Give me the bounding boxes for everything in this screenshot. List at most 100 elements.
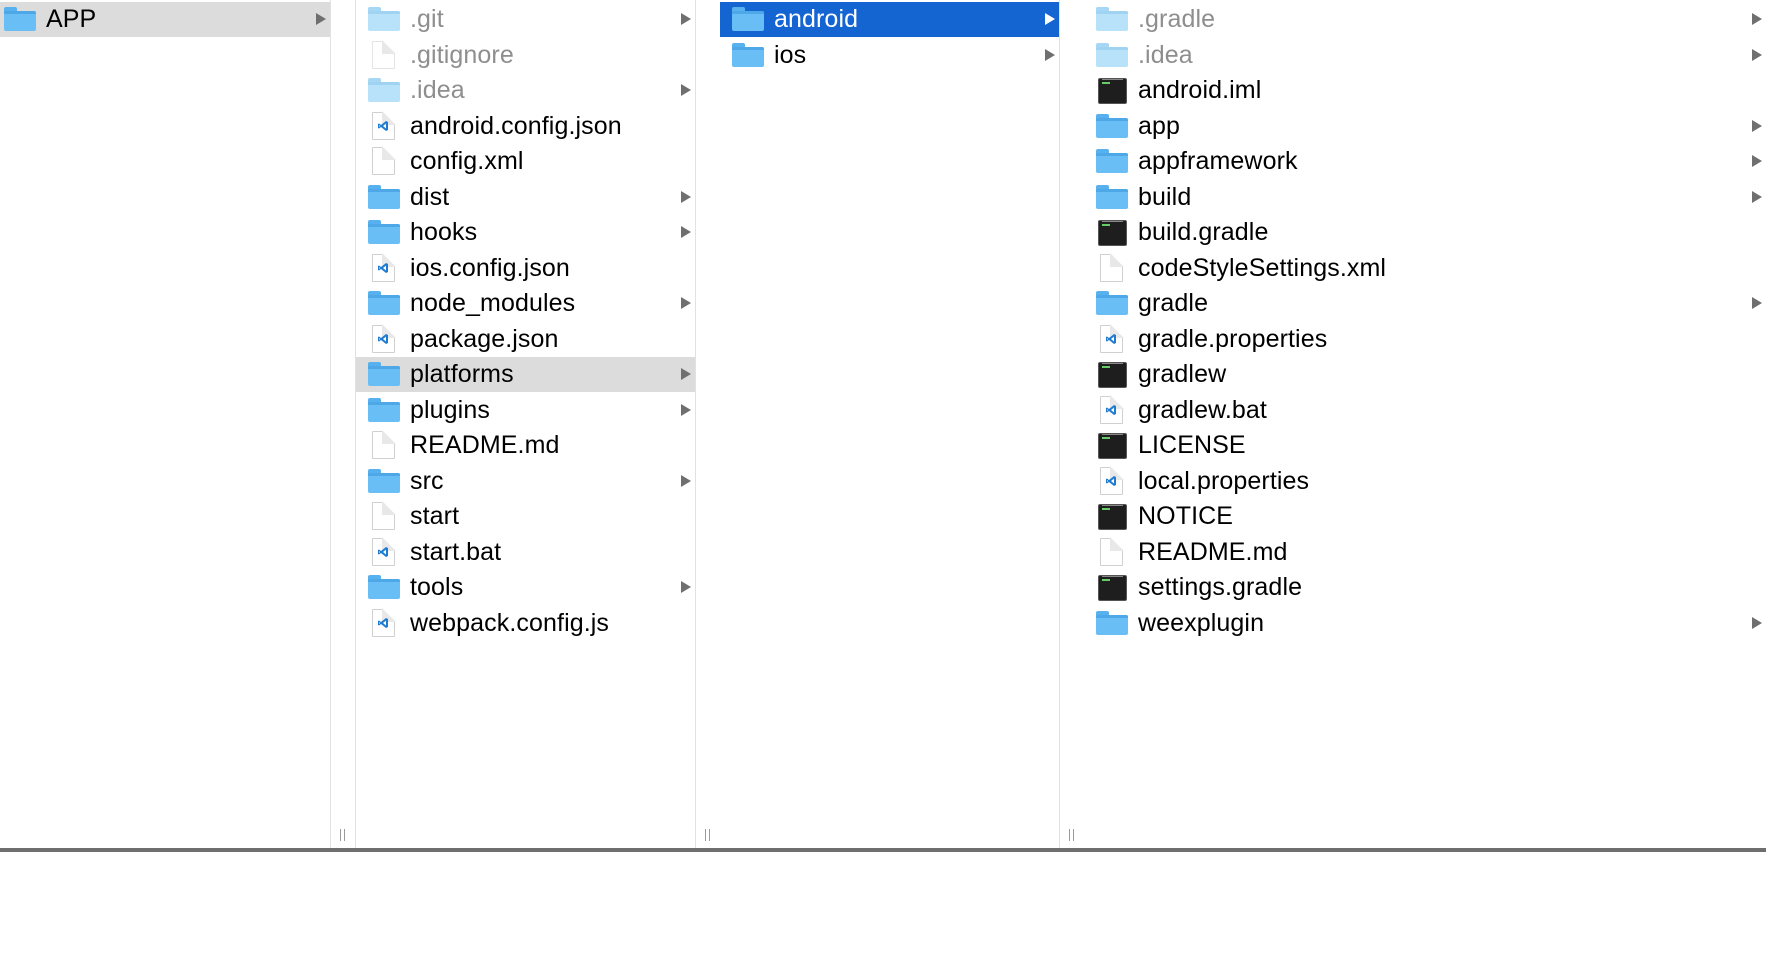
- item-name: ios.config.json: [410, 253, 570, 282]
- vscode-document-icon: [1096, 465, 1128, 495]
- item-name: dist: [410, 182, 450, 211]
- terminal-executable-icon: [1096, 362, 1128, 388]
- disclosure-arrow-icon: [1045, 13, 1055, 25]
- file-row[interactable]: codeStyleSettings.xml: [1084, 251, 1766, 286]
- file-row[interactable]: build.gradle: [1084, 215, 1766, 250]
- item-name: APP: [46, 5, 97, 33]
- folder-row[interactable]: appframework: [1084, 144, 1766, 179]
- folder-row[interactable]: APP: [0, 2, 330, 37]
- folder-row[interactable]: .git: [356, 2, 695, 37]
- folder-row[interactable]: src: [356, 464, 695, 499]
- terminal-executable-icon: [1096, 433, 1128, 459]
- folder-row[interactable]: node_modules: [356, 286, 695, 321]
- document-icon: [368, 146, 400, 175]
- item-name: node_modules: [410, 289, 576, 317]
- item-name: package.json: [410, 324, 559, 353]
- folder-icon: [1096, 184, 1128, 211]
- disclosure-arrow-icon: [1752, 190, 1762, 203]
- terminal-executable-icon: [1096, 575, 1128, 601]
- document-icon: [1096, 252, 1128, 282]
- folder-row[interactable]: hooks: [356, 215, 695, 250]
- folder-icon: [368, 220, 400, 246]
- file-row[interactable]: NOTICE: [1084, 499, 1766, 534]
- vscode-document-icon: [1096, 394, 1128, 424]
- file-row[interactable]: android.iml: [1084, 73, 1766, 108]
- file-row[interactable]: README.md: [1084, 535, 1766, 570]
- column-android-contents[interactable]: .gradle .idea android.iml app appframework bu…: [1084, 0, 1766, 848]
- disclosure-arrow-icon: [681, 190, 691, 203]
- terminal-executable-icon: [1096, 504, 1128, 530]
- terminal-executable-icon: [1096, 220, 1128, 246]
- file-row[interactable]: ios.config.json: [356, 251, 695, 286]
- file-row[interactable]: .gitignore: [356, 38, 695, 73]
- folder-row[interactable]: dist: [356, 180, 695, 215]
- column-resize-divider[interactable]: [695, 0, 721, 848]
- folder-row[interactable]: build: [1084, 180, 1766, 215]
- file-row[interactable]: gradlew.bat: [1084, 393, 1766, 428]
- column-app-contents[interactable]: .git .gitignore .idea android.config.json co…: [356, 0, 695, 848]
- folder-row[interactable]: ios: [720, 38, 1059, 73]
- vscode-document-icon: [368, 536, 400, 566]
- folder-row[interactable]: android: [720, 2, 1059, 37]
- terminal-executable-icon: [1096, 78, 1128, 104]
- resize-grip-icon[interactable]: [1068, 829, 1076, 841]
- folder-row[interactable]: gradle: [1084, 286, 1766, 321]
- resize-grip-icon[interactable]: [339, 829, 347, 841]
- column-resize-divider[interactable]: [330, 0, 356, 848]
- folder-row[interactable]: .gradle: [1084, 2, 1766, 37]
- item-name: .gitignore: [410, 40, 514, 69]
- file-row[interactable]: LICENSE: [1084, 428, 1766, 463]
- file-row[interactable]: gradle.properties: [1084, 322, 1766, 357]
- file-row[interactable]: README.md: [356, 428, 695, 463]
- item-name: hooks: [410, 218, 478, 246]
- folder-row[interactable]: app: [1084, 109, 1766, 144]
- item-name: tools: [410, 573, 464, 601]
- folder-row[interactable]: tools: [356, 570, 695, 605]
- document-icon: [1096, 536, 1128, 566]
- file-row[interactable]: config.xml: [356, 144, 695, 179]
- disclosure-arrow-icon: [1752, 13, 1762, 25]
- folder-row[interactable]: .idea: [1084, 38, 1766, 73]
- item-name: app: [1138, 111, 1181, 140]
- item-name: android.config.json: [410, 111, 622, 140]
- file-row[interactable]: settings.gradle: [1084, 570, 1766, 605]
- file-row[interactable]: start: [356, 499, 695, 534]
- vscode-document-icon: [368, 607, 400, 637]
- folder-row[interactable]: platforms: [356, 357, 695, 392]
- item-name: .git: [410, 5, 444, 33]
- folder-icon: [368, 468, 400, 495]
- folder-row[interactable]: plugins: [356, 393, 695, 428]
- folder-icon: [1096, 291, 1128, 317]
- file-row[interactable]: gradlew: [1084, 357, 1766, 392]
- item-name: build: [1138, 182, 1192, 211]
- disclosure-arrow-icon: [681, 226, 691, 238]
- disclosure-arrow-icon: [1752, 155, 1762, 167]
- resize-grip-icon[interactable]: [704, 829, 712, 841]
- file-row[interactable]: android.config.json: [356, 109, 695, 144]
- vscode-document-icon: [368, 323, 400, 353]
- column-platforms-contents[interactable]: android ios: [720, 0, 1059, 848]
- file-row[interactable]: start.bat: [356, 535, 695, 570]
- folder-icon: [732, 7, 764, 33]
- folder-icon: [368, 362, 400, 388]
- item-name: LICENSE: [1138, 431, 1246, 459]
- item-name: android.iml: [1138, 76, 1262, 104]
- file-row[interactable]: webpack.config.js: [356, 606, 695, 641]
- folder-row[interactable]: weexplugin: [1084, 606, 1766, 641]
- folder-row[interactable]: .idea: [356, 73, 695, 108]
- disclosure-arrow-icon: [681, 368, 691, 380]
- disclosure-arrow-icon: [681, 13, 691, 25]
- disclosure-arrow-icon: [1045, 48, 1055, 61]
- item-name: start: [410, 502, 460, 530]
- disclosure-arrow-icon: [1752, 297, 1762, 309]
- column-app[interactable]: APP: [0, 0, 330, 848]
- item-name: appframework: [1138, 147, 1298, 175]
- folder-icon: [4, 7, 36, 33]
- file-row[interactable]: package.json: [356, 322, 695, 357]
- document-icon: [368, 39, 400, 69]
- folder-icon: [368, 291, 400, 317]
- document-icon: [368, 430, 400, 459]
- file-row[interactable]: local.properties: [1084, 464, 1766, 499]
- column-resize-divider[interactable]: [1059, 0, 1085, 848]
- item-name: plugins: [410, 395, 490, 424]
